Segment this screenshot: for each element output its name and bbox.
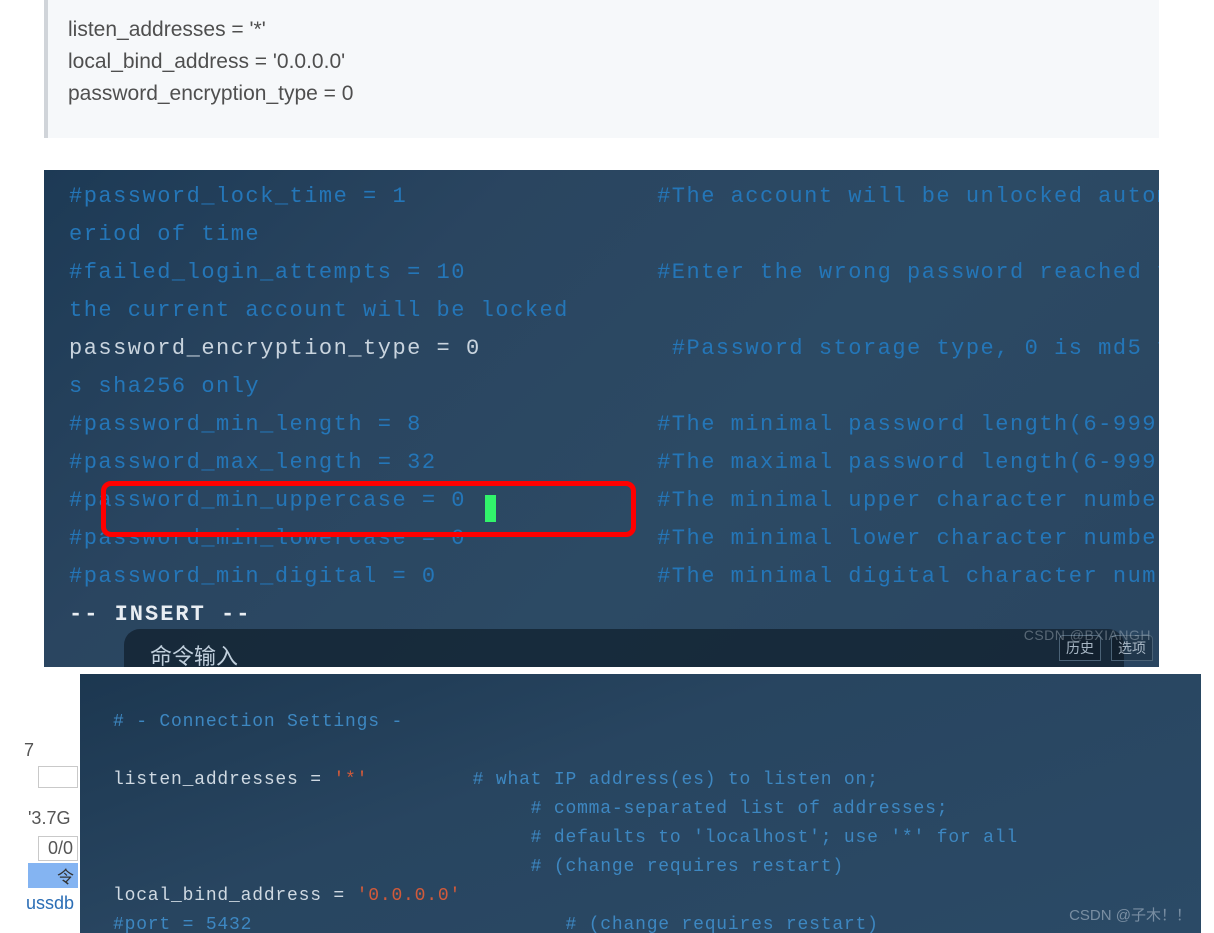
code-line: #password_max_length = 32 #The maximal p… [69, 450, 1159, 475]
terminal-screenshot-2: # - Connection Settings - listen_address… [80, 674, 1201, 933]
code-line: #password_min_digital = 0 #The minimal d… [69, 564, 1159, 589]
code-line: #password_min_length = 8 #The minimal pa… [69, 412, 1159, 437]
code-line: #port = 5432 # (change requires restart) [113, 915, 879, 933]
quote-line: password_encryption_type = 0 [68, 78, 1145, 110]
side-fragment-char: 令 [28, 863, 78, 888]
side-fragment-box [38, 766, 78, 788]
code-line-highlighted: password_encryption_type = 0 #Password s… [69, 336, 1159, 361]
code-line: eriod of time [69, 222, 260, 247]
terminal-2-content: # - Connection Settings - listen_address… [80, 674, 1201, 933]
side-fragment-ratio: 0/0 [38, 836, 78, 861]
code-line: listen_addresses = '*' # what IP address… [113, 770, 879, 790]
vim-mode-indicator: -- INSERT -- [69, 602, 251, 627]
quote-line: local_bind_address = '0.0.0.0' [68, 46, 1145, 78]
code-line: local_bind_address = '0.0.0.0' [113, 886, 461, 906]
code-line: # - Connection Settings - [113, 712, 403, 732]
code-line: #failed_login_attempts = 10 #Enter the w… [69, 260, 1159, 285]
config-quote-block: listen_addresses = '*' local_bind_addres… [44, 0, 1159, 138]
terminal-screenshot-1: #password_lock_time = 1 #The account wil… [44, 170, 1159, 667]
quote-line: listen_addresses = '*' [68, 14, 1145, 46]
code-line: s sha256 only [69, 374, 260, 399]
terminal-1-content: #password_lock_time = 1 #The account wil… [44, 170, 1159, 634]
watermark-text: CSDN @BXIANGH [1024, 627, 1151, 643]
code-line: #password_lock_time = 1 #The account wil… [69, 184, 1159, 209]
watermark-text: CSDN @子木！！ [1069, 904, 1191, 925]
side-fragment-size: '3.7G [28, 808, 78, 829]
code-line: the current account will be locked [69, 298, 569, 323]
code-line: # (change requires restart) [113, 857, 844, 877]
side-fragment-db: ussdb [26, 893, 80, 914]
code-line: #password_min_uppercase = 0 #The minimal… [69, 488, 1159, 513]
command-input-bar[interactable]: 命令输入 [124, 629, 1124, 667]
code-line: # comma-separated list of addresses; [113, 799, 948, 819]
side-fragment-number: 7 [24, 740, 34, 761]
code-line: # defaults to 'localhost'; use '*' for a… [113, 828, 1018, 848]
code-line: #password_min_lowercase = 0 #The minimal… [69, 526, 1159, 551]
